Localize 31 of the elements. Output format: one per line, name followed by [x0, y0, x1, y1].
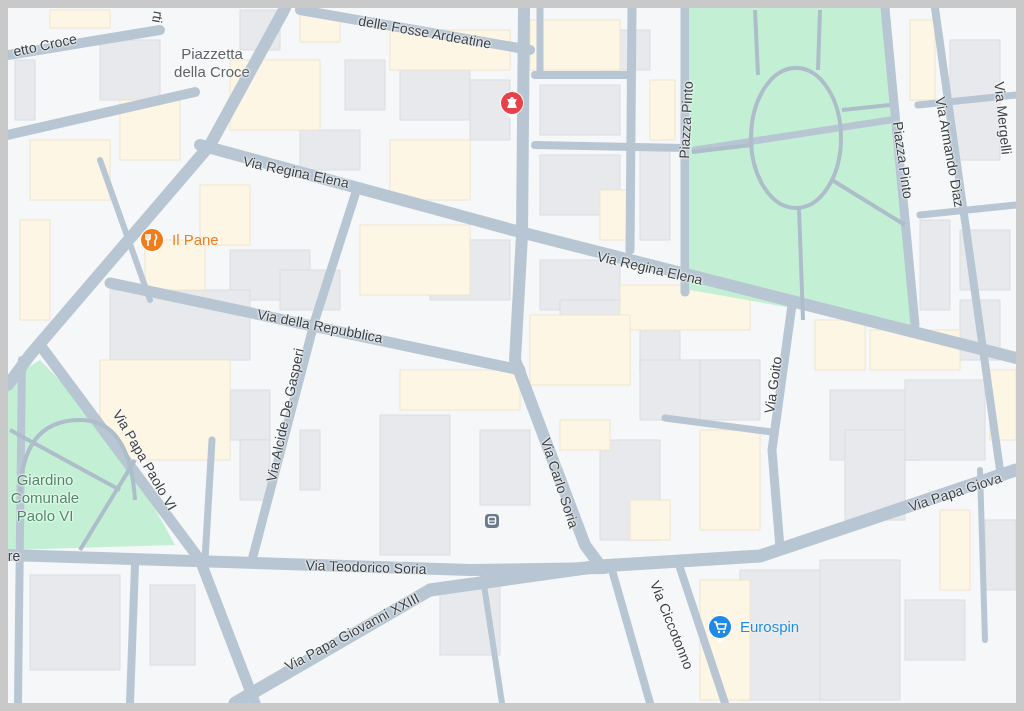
- place-name[interactable]: Il Pane: [172, 231, 219, 249]
- street-label: re: [8, 548, 21, 564]
- street-label: Piazza Pinto: [675, 80, 697, 160]
- street-label: Via Alcide De Gasperi: [263, 346, 307, 484]
- street-label: delle Fosse Ardeatine: [357, 12, 493, 52]
- street-label: etto Croce: [11, 30, 79, 60]
- street-label: Via Carlo Soria: [537, 435, 583, 531]
- street-label: Via Mergelli: [991, 80, 1015, 156]
- shopping-cart-marker-icon[interactable]: [707, 614, 733, 644]
- street-label: Via Goito: [761, 355, 785, 415]
- building: [814, 319, 866, 371]
- street-label: Via Papa Giova: [906, 469, 1004, 515]
- bus-stop-icon[interactable]: [485, 514, 499, 528]
- street-label: Via della Repubblica: [255, 306, 385, 346]
- park-label: Giardino Comunale Paolo VI: [9, 471, 81, 525]
- building: [99, 39, 161, 101]
- place-label: Piazzetta della Croce: [173, 45, 251, 81]
- street-label: Via Regina Elena: [595, 248, 705, 288]
- street-label: rti: [149, 9, 167, 25]
- place-name[interactable]: Eurospin: [740, 618, 800, 636]
- building: [699, 359, 761, 421]
- building: [649, 79, 676, 141]
- building: [49, 9, 111, 29]
- landmark-marker-icon[interactable]: [499, 90, 525, 120]
- street-label: Via Teodorico Soria: [305, 556, 427, 578]
- building: [14, 59, 36, 121]
- street-label: Via Armando Diaz: [932, 95, 968, 209]
- street-label: Via Regina Elena: [241, 152, 351, 192]
- restaurant-marker-icon[interactable]: [139, 227, 165, 257]
- building: [984, 519, 1016, 591]
- street-label: Piazza Pinto: [889, 120, 917, 200]
